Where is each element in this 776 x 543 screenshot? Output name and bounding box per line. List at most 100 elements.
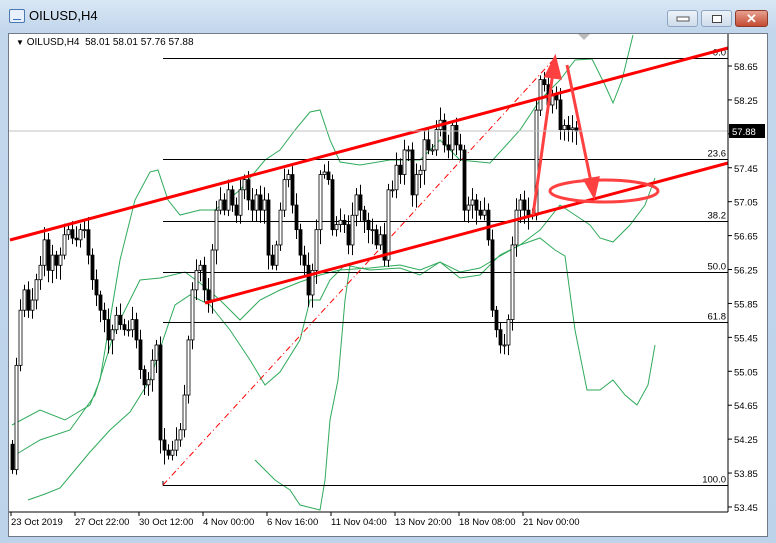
candle <box>62 223 67 260</box>
candle <box>402 139 407 185</box>
candle <box>474 194 479 225</box>
candle <box>466 196 471 223</box>
candle <box>374 224 379 250</box>
chart-header: ▼ OILUSD,H4 58.01 58.01 57.76 57.88 <box>16 37 194 48</box>
candle <box>506 314 511 356</box>
candle <box>218 187 223 215</box>
price-axis-label: 58.65 <box>734 62 758 73</box>
candle <box>470 188 475 219</box>
fibonacci-level-label: 100.0 <box>702 475 726 486</box>
candle <box>378 226 383 251</box>
candle <box>54 250 59 279</box>
candle <box>538 75 543 117</box>
symbol-menu-icon[interactable]: ▼ <box>16 38 24 47</box>
candle <box>98 290 103 323</box>
candle <box>570 115 575 143</box>
candle <box>322 164 327 179</box>
candle <box>198 260 203 282</box>
time-axis-label: 13 Nov 20:00 <box>395 517 452 528</box>
candle <box>366 212 371 244</box>
candle <box>190 282 195 350</box>
price-axis-label: 55.05 <box>734 367 758 378</box>
candle <box>186 335 191 404</box>
bollinger-lower-band-tail <box>254 264 351 511</box>
price-axis-label: 56.25 <box>734 266 758 277</box>
time-axis-label: 30 Oct 12:00 <box>139 517 193 528</box>
candle <box>490 229 495 318</box>
candle <box>482 197 487 221</box>
candle <box>282 168 287 217</box>
candle <box>350 202 355 256</box>
price-chart[interactable]: 0.023.638.250.061.8100.0 58.6558.2557.85… <box>0 0 776 543</box>
upper-channel-line[interactable] <box>9 46 729 242</box>
price-axis-label: 54.25 <box>734 435 758 446</box>
candle <box>382 222 387 267</box>
candle <box>462 144 467 223</box>
candle <box>398 158 403 184</box>
candle <box>30 288 35 319</box>
candle <box>22 284 27 318</box>
fibonacci-level-label: 38.2 <box>708 211 727 222</box>
candle <box>206 278 211 313</box>
candle <box>338 208 343 233</box>
candle <box>262 187 267 224</box>
chart-window: OILUSD,H4 ✕ 0.0 23.6 38.2 50.0 61.8 100.0 58.… <box>0 0 776 543</box>
price-axis-label: 56.65 <box>734 232 758 243</box>
candle <box>162 428 167 465</box>
fibonacci-level-label: 23.6 <box>708 149 727 160</box>
price-axis-label: 55.45 <box>734 333 758 344</box>
candle <box>66 224 71 240</box>
candle <box>102 302 107 333</box>
candle <box>362 205 367 234</box>
candle <box>182 384 187 438</box>
candle <box>298 223 303 266</box>
candle <box>554 86 559 110</box>
candle <box>170 440 175 461</box>
candle <box>414 163 419 208</box>
candle <box>558 88 563 140</box>
candle <box>306 252 311 307</box>
candle <box>354 188 359 227</box>
candle <box>10 439 15 474</box>
candle <box>14 357 19 475</box>
time-axis-label: 21 Nov 00:00 <box>523 517 580 528</box>
candle <box>562 119 567 141</box>
candle <box>330 174 335 236</box>
candle <box>478 200 483 220</box>
time-axis-label: 23 Oct 2019 <box>11 517 63 528</box>
candle <box>134 312 139 349</box>
candle <box>26 281 31 318</box>
candle <box>342 214 347 234</box>
candle <box>194 259 199 301</box>
bollinger-lower-band <box>27 237 656 501</box>
candle <box>214 200 219 265</box>
candle <box>34 273 39 310</box>
candle <box>422 131 427 185</box>
low-price: 57.76 <box>140 37 166 48</box>
candle <box>126 320 131 337</box>
fibonacci-trend-line[interactable] <box>162 57 556 486</box>
candle <box>334 216 339 237</box>
candle <box>370 218 375 245</box>
candle <box>290 166 295 214</box>
candle <box>238 178 243 224</box>
candle <box>294 193 299 239</box>
candle <box>426 127 431 155</box>
price-axis-label: 57.05 <box>734 198 758 209</box>
candle <box>566 116 571 142</box>
candle <box>442 113 447 153</box>
candle <box>250 188 255 222</box>
price-axis-label: 54.65 <box>734 401 758 412</box>
candle <box>574 121 579 145</box>
candle <box>410 142 415 207</box>
candle <box>94 269 99 306</box>
candle <box>42 227 47 277</box>
high-price: 58.01 <box>112 37 138 48</box>
target-zone-ellipse[interactable] <box>548 178 660 204</box>
price-axis-label: 58.25 <box>734 96 758 107</box>
candle <box>278 202 283 251</box>
chart-shift-marker[interactable] <box>578 34 590 40</box>
candle <box>358 184 363 223</box>
candle <box>310 263 315 308</box>
open-price: 58.01 <box>85 37 111 48</box>
